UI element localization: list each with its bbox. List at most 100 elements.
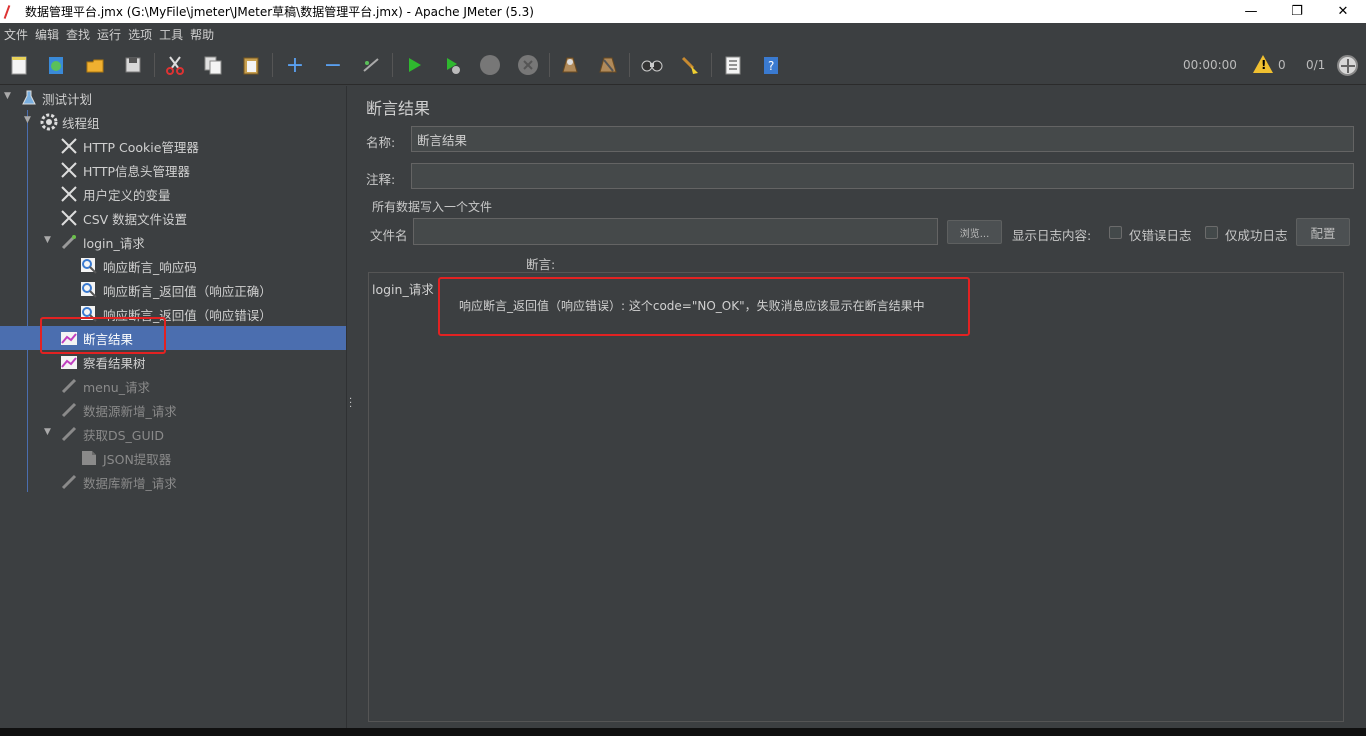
assertion-header: 断言: — [526, 257, 556, 272]
tree-node-assert-correct[interactable]: 响应断言_返回值（响应正确） — [0, 278, 346, 302]
active-threads: 0/1 — [1306, 58, 1326, 72]
tree-node-label: HTTP Cookie管理器 — [83, 139, 199, 155]
help-icon[interactable]: ? — [760, 54, 782, 76]
menu-tools[interactable]: 工具 — [156, 26, 186, 43]
comment-field[interactable] — [411, 163, 1354, 189]
open-icon[interactable] — [84, 54, 106, 76]
menu-run[interactable]: 运行 — [94, 26, 124, 43]
menu-edit[interactable]: 编辑 — [32, 26, 62, 43]
clear-all-icon[interactable] — [597, 54, 619, 76]
tree-node-label: HTTP信息头管理器 — [83, 163, 190, 179]
new-icon[interactable] — [8, 54, 30, 76]
tree-node-database-add[interactable]: 数据库新增_请求 — [0, 470, 346, 494]
tree-node-label: JSON提取器 — [103, 451, 172, 467]
toggle-icon[interactable] — [360, 54, 382, 76]
menu-options[interactable]: 选项 — [125, 26, 155, 43]
wrench-icon — [60, 137, 78, 155]
start-icon[interactable] — [403, 54, 425, 76]
stop-icon[interactable] — [479, 54, 501, 76]
tree-node-datasource-add[interactable]: 数据源新增_请求 — [0, 398, 346, 422]
close-button[interactable]: ✕ — [1320, 0, 1366, 23]
extractor-icon — [80, 449, 98, 467]
templates-icon[interactable] — [45, 54, 67, 76]
warning-icon[interactable] — [1253, 55, 1273, 73]
name-field[interactable]: 断言结果 — [411, 126, 1354, 152]
tree-node-login-request[interactable]: ▼ login_请求 — [0, 230, 346, 254]
pipette-icon — [60, 233, 78, 251]
copy-icon[interactable] — [202, 54, 224, 76]
tree-node-test-plan[interactable]: ▼ 测试计划 — [0, 86, 346, 110]
minimize-button[interactable]: — — [1228, 0, 1274, 23]
filename-input[interactable] — [413, 218, 938, 245]
tree-node-label: 察看结果树 — [83, 355, 146, 371]
gear-icon — [40, 113, 58, 131]
write-file-group-title: 所有数据写入一个文件 — [372, 200, 493, 214]
tree-node-menu-request[interactable]: menu_请求 — [0, 374, 346, 398]
paste-icon[interactable] — [240, 54, 262, 76]
tree-node-label: CSV 数据文件设置 — [83, 211, 188, 227]
cut-icon[interactable] — [164, 54, 186, 76]
success-only-checkbox[interactable] — [1205, 226, 1218, 239]
menu-help[interactable]: 帮助 — [187, 26, 217, 43]
result-sampler-name[interactable]: login_请求 — [372, 279, 434, 298]
tree-node-label: 测试计划 — [42, 91, 93, 107]
drag-handle-icon[interactable]: · · · — [349, 395, 352, 413]
tree-node-get-ds-guid[interactable]: ▼ 获取DS_GUID — [0, 422, 346, 446]
expand-arrow-icon[interactable]: ▼ — [44, 235, 54, 245]
highlight-annotation — [40, 317, 166, 354]
tree-node-user-variables[interactable]: 用户定义的变量 — [0, 182, 346, 206]
browse-button[interactable]: 浏览... — [947, 220, 1002, 244]
clear-icon[interactable] — [559, 54, 581, 76]
tree-node-csv-config[interactable]: CSV 数据文件设置 — [0, 206, 346, 230]
reset-search-icon[interactable] — [679, 54, 701, 76]
assertion-results-list[interactable]: login_请求 响应断言_返回值（响应错误）: 这个code="NO_OK"，… — [368, 272, 1344, 722]
collapse-icon[interactable]: − — [322, 53, 344, 78]
toolbar: + − ? 00:00:00 0 0/1 — [0, 45, 1366, 85]
log-content-label: 显示日志内容: — [1012, 228, 1092, 243]
tree-node-cookie-manager[interactable]: HTTP Cookie管理器 — [0, 134, 346, 158]
save-icon[interactable] — [122, 54, 144, 76]
tree-node-label: menu_请求 — [83, 379, 150, 395]
configure-button[interactable]: 配置 — [1296, 218, 1350, 246]
pipette-icon — [60, 401, 78, 419]
assertion-results-panel: 断言结果 名称: 断言结果 注释: 所有数据写入一个文件 文件名 浏览... 显… — [355, 86, 1366, 736]
menu-file[interactable]: 文件 — [1, 26, 31, 43]
wrench-icon — [60, 209, 78, 227]
toolbar-separator — [154, 53, 155, 77]
tree-node-assert-response-code[interactable]: 响应断言_响应码 — [0, 254, 346, 278]
toolbar-separator — [711, 53, 712, 77]
expand-arrow-icon[interactable]: ▼ — [44, 427, 54, 437]
menu-search[interactable]: 查找 — [63, 26, 93, 43]
expand-arrow-icon[interactable]: ▼ — [24, 115, 34, 125]
pipette-icon — [60, 473, 78, 491]
function-helper-icon[interactable] — [722, 54, 744, 76]
magnifier-icon — [80, 281, 98, 299]
shutdown-icon[interactable] — [517, 54, 539, 76]
tree-node-label: 获取DS_GUID — [83, 427, 164, 443]
window-title: 数据管理平台.jmx (G:\MyFile\jmeter\JMeter草稿\数据… — [25, 5, 534, 19]
errors-only-checkbox[interactable] — [1109, 226, 1122, 239]
start-no-pauses-icon[interactable] — [441, 54, 463, 76]
maximize-button[interactable]: ❐ — [1274, 0, 1320, 23]
tree-node-label: 响应断言_返回值（响应正确） — [103, 283, 272, 299]
tree-node-header-manager[interactable]: HTTP信息头管理器 — [0, 158, 346, 182]
expand-icon[interactable]: + — [284, 53, 306, 78]
magnifier-icon — [80, 257, 98, 275]
toolbar-separator — [272, 53, 273, 77]
success-only-label: 仅成功日志 — [1225, 228, 1288, 243]
tree-node-label: 数据源新增_请求 — [83, 403, 177, 419]
page-title: 断言结果 — [366, 99, 431, 118]
search-icon[interactable] — [641, 54, 663, 76]
remote-status-icon[interactable] — [1337, 55, 1358, 76]
tree-node-label: 线程组 — [62, 115, 100, 131]
toolbar-separator — [629, 53, 630, 77]
expand-arrow-icon[interactable]: ▼ — [4, 91, 14, 101]
flask-icon — [20, 89, 38, 107]
tree-node-label: 响应断言_响应码 — [103, 259, 197, 275]
test-plan-tree: ▼ 测试计划 ▼ 线程组 HTTP Cookie管理器 HTTP信息头管理器 用… — [0, 86, 346, 736]
elapsed-time: 00:00:00 — [1183, 58, 1237, 72]
tree-node-json-extractor[interactable]: JSON提取器 — [0, 446, 346, 470]
filename-label: 文件名 — [370, 228, 408, 243]
tree-node-thread-group[interactable]: ▼ 线程组 — [0, 110, 346, 134]
comment-label: 注释: — [366, 172, 396, 187]
